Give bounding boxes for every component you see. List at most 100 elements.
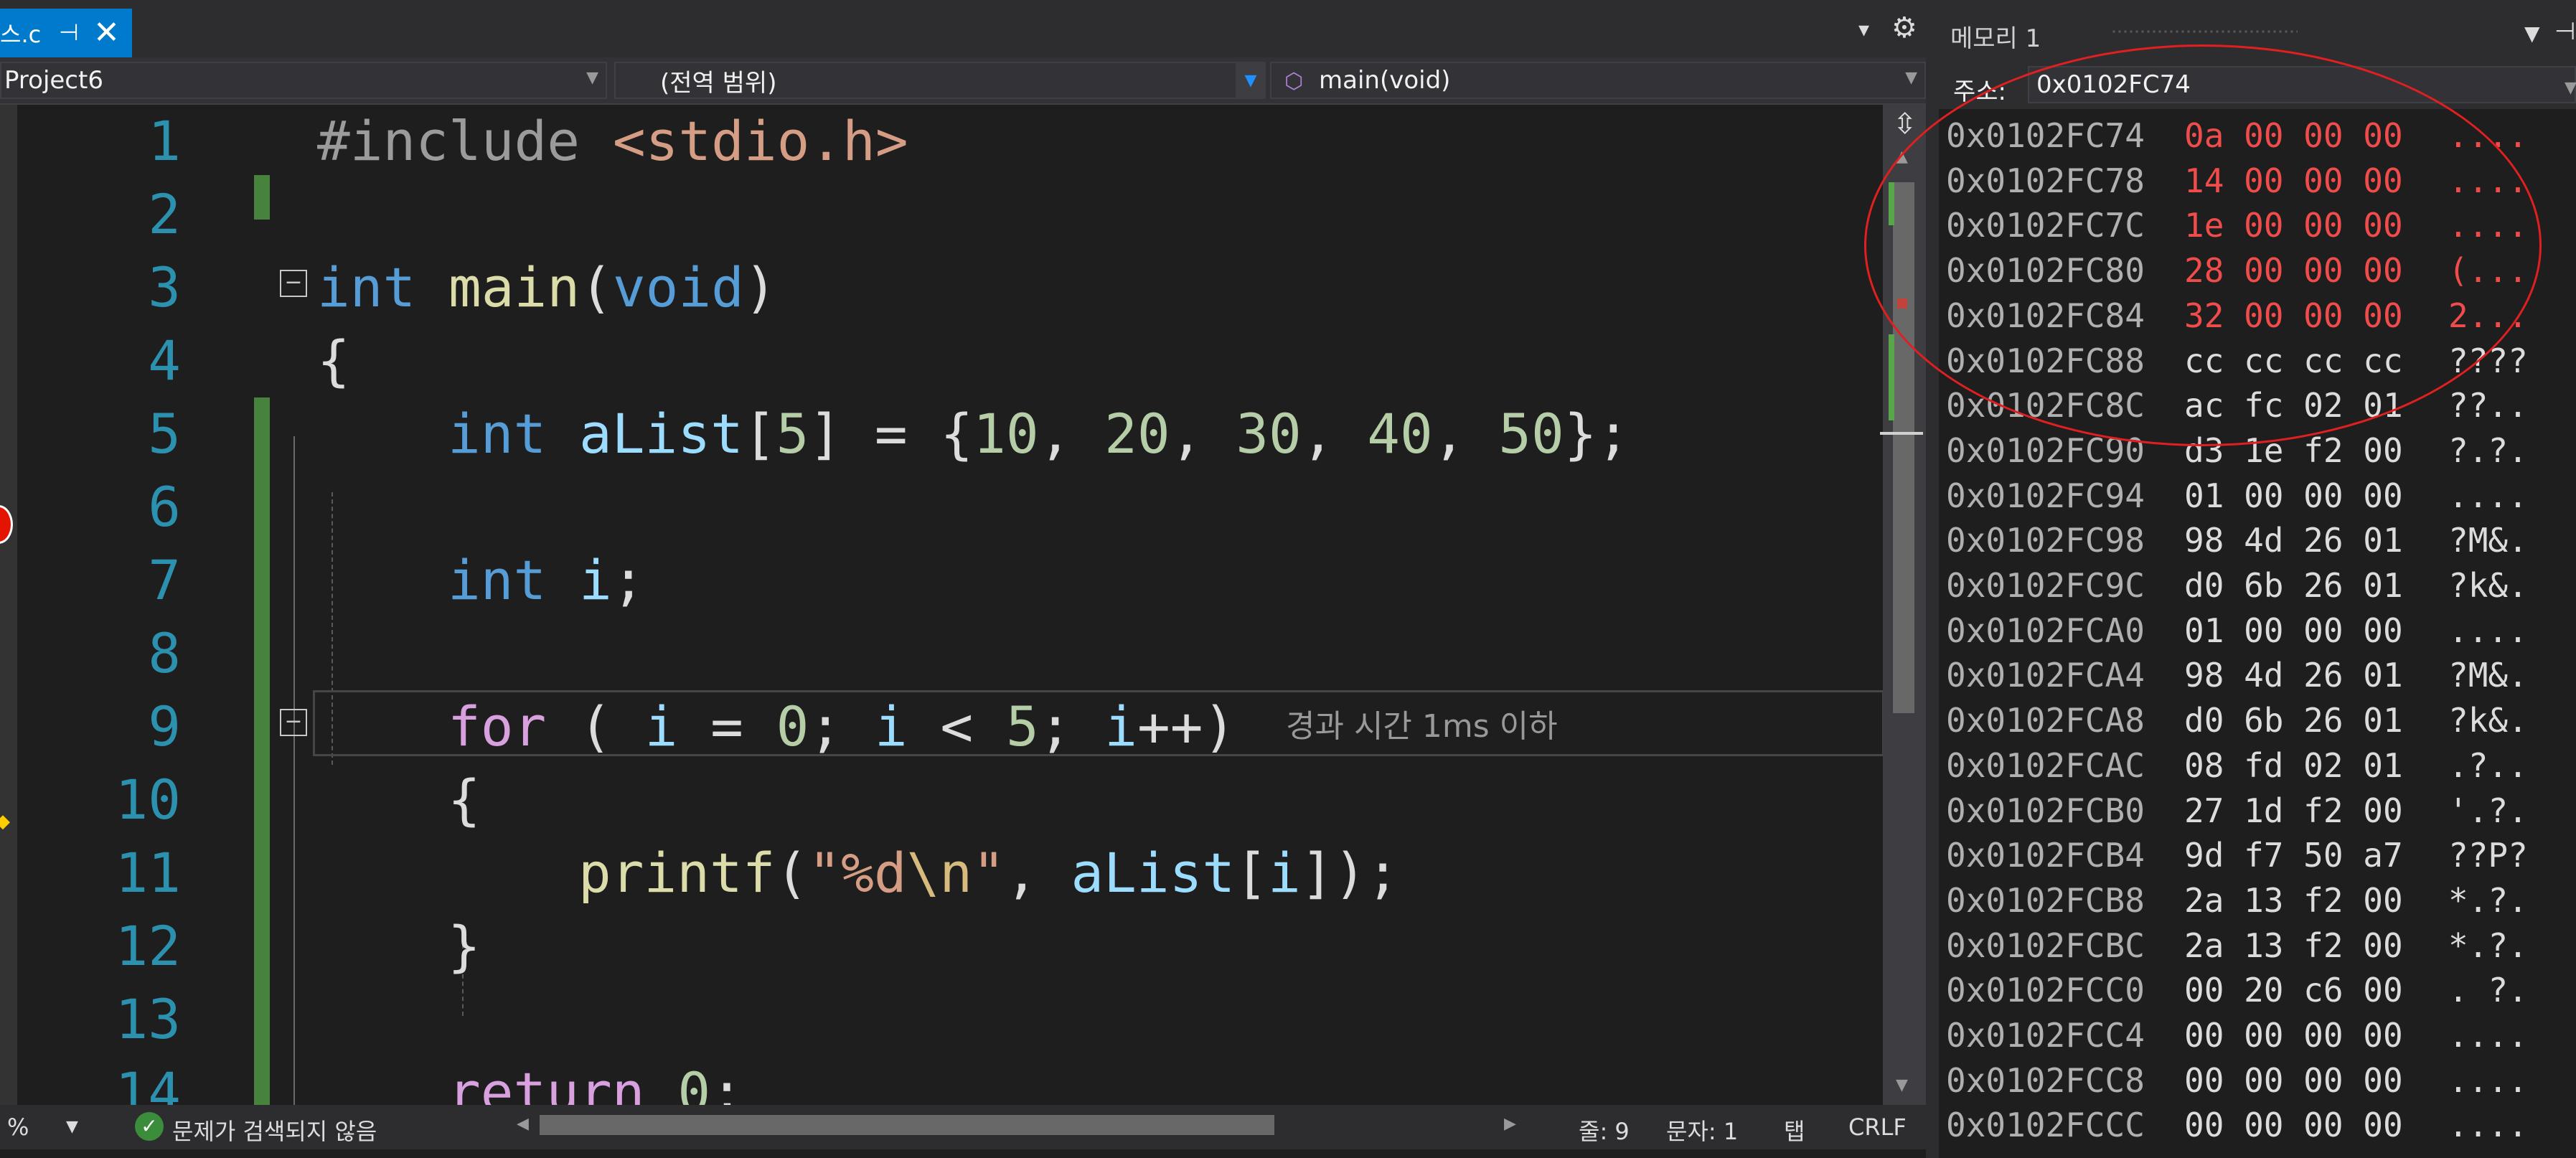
code-line: 11 printf("%d\n", aList[i]); <box>17 837 1883 910</box>
pin-icon[interactable]: ⊣ <box>59 19 79 46</box>
document-tab-bar: 스.c ⊣ ✕ ▾ ⚙ <box>0 0 1926 57</box>
memory-ascii: .... <box>2448 161 2528 200</box>
memory-bytes[interactable]: 00 20 c6 00 <box>2184 968 2403 1012</box>
memory-address: 0x0102FCB4 <box>1946 836 2145 875</box>
memory-bytes[interactable]: 28 00 00 00 <box>2184 248 2403 293</box>
memory-bytes[interactable]: 9d f7 50 a7 <box>2184 833 2403 877</box>
memory-bytes[interactable]: 00 00 00 00 <box>2184 1103 2403 1147</box>
line-number: 3 <box>148 255 181 319</box>
memory-ascii: (... <box>2448 251 2528 291</box>
memory-address: 0x0102FC94 <box>1946 476 2145 515</box>
memory-bytes[interactable]: 01 00 00 00 <box>2184 474 2403 518</box>
tab-list-dropdown-icon[interactable]: ▾ <box>1858 17 1869 42</box>
split-window-icon[interactable]: ⇳ <box>1893 108 1917 141</box>
memory-address: 0x0102FC78 <box>1946 161 2145 200</box>
code-text: printf("%d\n", aList[i]); <box>578 841 1399 905</box>
document-tab-title: 스.c <box>0 21 42 48</box>
line-ending-indicator[interactable]: CRLF <box>1848 1114 1907 1141</box>
memory-bytes[interactable]: ac fc 02 01 <box>2184 383 2403 428</box>
code-text: int i; <box>448 548 645 612</box>
drag-grip[interactable] <box>2111 29 2298 36</box>
memory-address: 0x0102FCC8 <box>1946 1060 2145 1100</box>
memory-bytes[interactable]: d0 6b 26 01 <box>2184 563 2403 608</box>
line-number: 5 <box>148 402 181 466</box>
line-number: 13 <box>115 987 181 1051</box>
memory-bytes[interactable]: 98 4d 26 01 <box>2184 653 2403 697</box>
memory-ascii: .... <box>2448 116 2528 155</box>
breakpoint-icon[interactable] <box>0 505 13 544</box>
chevron-down-icon[interactable]: ▼ <box>2565 79 2576 97</box>
memory-ascii: .... <box>2448 1016 2528 1055</box>
memory-bytes[interactable]: 27 1d f2 00 <box>2184 789 2403 833</box>
scroll-left-icon[interactable]: ◀ <box>517 1115 529 1133</box>
project-dropdown[interactable]: Project6 ▼ <box>0 62 607 99</box>
settings-gear-icon[interactable]: ⚙ <box>1891 11 1917 44</box>
memory-ascii: *.?. <box>2448 880 2528 920</box>
memory-ascii: ??.. <box>2448 386 2528 425</box>
memory-bytes[interactable]: 00 00 00 00 <box>2184 1013 2403 1058</box>
code-editor[interactable]: − − 1 #include <stdio.h> 2 3 int main(vo… <box>17 105 1883 1105</box>
memory-bytes[interactable]: 2a 13 f2 00 <box>2184 878 2403 923</box>
address-input[interactable]: 0x0102FC74 <box>2028 66 2576 103</box>
memory-address: 0x0102FCAC <box>1946 745 2145 785</box>
zoom-level[interactable]: % <box>7 1114 29 1141</box>
document-tab[interactable]: 스.c ⊣ ✕ <box>0 9 132 57</box>
scroll-down-icon[interactable]: ▼ <box>1896 1076 1908 1094</box>
scope-dropdown[interactable]: (전역 범위) <box>614 62 1263 99</box>
horizontal-scrollbar-thumb[interactable] <box>540 1115 1274 1135</box>
memory-address: 0x0102FCA4 <box>1946 656 2145 695</box>
scrollbar-thumb[interactable] <box>1893 182 1914 713</box>
glyph-margin[interactable]: ◆ <box>0 105 17 1105</box>
memory-ascii: .... <box>2448 476 2528 515</box>
memory-bytes[interactable]: 1e 00 00 00 <box>2184 203 2403 248</box>
memory-bytes[interactable]: d3 1e f2 00 <box>2184 428 2403 473</box>
memory-bytes[interactable]: 98 4d 26 01 <box>2184 518 2403 562</box>
memory-bytes[interactable]: d0 6b 26 01 <box>2184 698 2403 743</box>
memory-bytes[interactable]: 14 00 00 00 <box>2184 159 2403 203</box>
memory-bytes[interactable]: 01 00 00 00 <box>2184 608 2403 653</box>
line-number: 11 <box>115 841 181 905</box>
function-dropdown[interactable]: ⬡ main(void) ▼ <box>1270 62 1926 99</box>
memory-bytes[interactable]: 08 fd 02 01 <box>2184 743 2403 788</box>
issues-status[interactable]: 문제가 검색되지 않음 <box>172 1114 377 1147</box>
indent-mode-indicator[interactable]: 탭 <box>1784 1114 1805 1147</box>
navigation-bar: Project6 ▼ (전역 범위) ▼ ⬡ main(void) ▼ <box>0 57 1926 105</box>
caret-position-marker <box>1880 432 1923 435</box>
close-icon[interactable]: ✕ <box>93 14 120 51</box>
memory-bytes[interactable]: 00 00 00 00 <box>2184 1058 2403 1103</box>
code-line: 8 <box>17 617 1883 690</box>
code-text: { <box>317 329 350 392</box>
memory-ascii: .... <box>2448 1060 2528 1100</box>
memory-address-bar: 주소: 0x0102FC74 ▼ <box>1939 60 2576 109</box>
memory-ascii: ???? <box>2448 341 2528 380</box>
scroll-up-icon[interactable]: ▲ <box>1896 148 1908 166</box>
code-line: 9 for ( i = 0; i < 5; i++) 경과 시간 1ms 이하 <box>17 690 1883 763</box>
memory-window-title: 메모리 1 <box>1950 24 2041 53</box>
memory-bytes[interactable]: 0a 00 00 00 <box>2184 113 2403 158</box>
line-number: 7 <box>148 548 181 612</box>
perf-tip[interactable]: 경과 시간 1ms 이하 <box>1286 690 1558 763</box>
pin-icon[interactable]: ⊣ <box>2554 17 2576 46</box>
memory-bytes[interactable]: 2a 13 f2 00 <box>2184 923 2403 968</box>
memory-ascii: .?.. <box>2448 745 2528 785</box>
memory-ascii: ?M&. <box>2448 521 2528 560</box>
memory-address: 0x0102FCC0 <box>1946 971 2145 1010</box>
memory-bytes[interactable]: cc cc cc cc <box>2184 339 2403 383</box>
memory-ascii: .... <box>2448 1106 2528 1145</box>
memory-rows[interactable]: 0x0102FC74 0a 00 00 00.... 0x0102FC78 14 00… <box>1939 113 2576 1158</box>
scroll-right-icon[interactable]: ▶ <box>1504 1115 1516 1133</box>
memory-ascii: 2... <box>2448 296 2528 335</box>
scope-dropdown-button[interactable]: ▼ <box>1236 62 1266 99</box>
code-line: 12 } <box>17 910 1883 983</box>
code-line: 13 <box>17 983 1883 1056</box>
column-indicator: 문자: 1 <box>1666 1118 1739 1145</box>
memory-address: 0x0102FCBC <box>1946 926 2145 965</box>
memory-address: 0x0102FC88 <box>1946 341 2145 380</box>
vertical-scrollbar[interactable]: ⇳ ▲ ▼ <box>1880 105 1926 1105</box>
chevron-down-icon[interactable]: ▼ <box>2524 22 2540 45</box>
chevron-down-icon[interactable]: ▼ <box>66 1118 78 1136</box>
function-cube-icon: ⬡ <box>1284 69 1304 94</box>
memory-title-bar: 메모리 1 ▼ ⊣ <box>1939 0 2576 60</box>
memory-bytes[interactable]: 32 00 00 00 <box>2184 293 2403 338</box>
code-text: } <box>448 914 481 978</box>
